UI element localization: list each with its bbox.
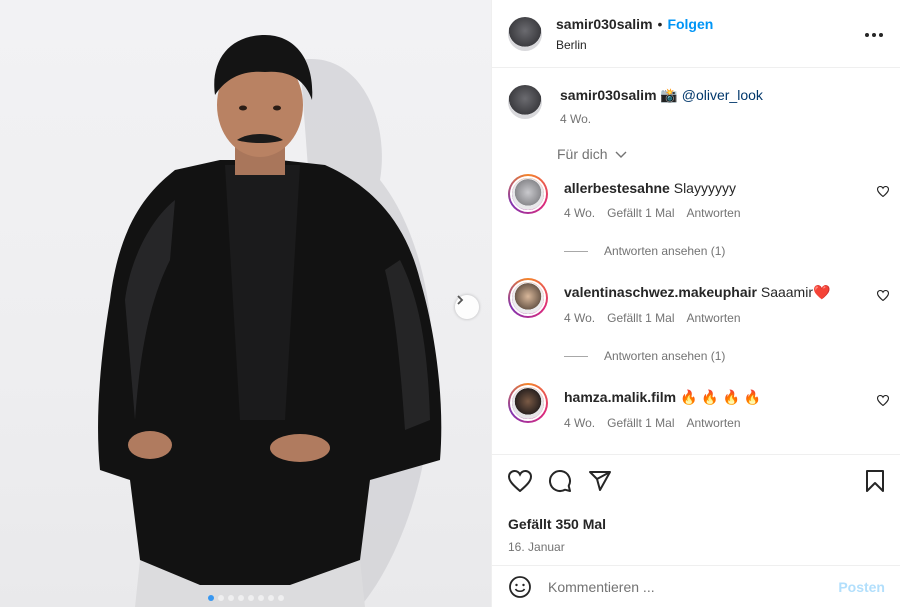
comment-avatar-ring[interactable] [508, 174, 548, 214]
comment-username[interactable]: valentinaschwez.makeuphair [564, 284, 757, 300]
author-username[interactable]: samir030salim [556, 16, 653, 32]
comment-text: Saaamir❤️ [760, 284, 831, 300]
post-photo[interactable] [0, 0, 491, 607]
comment-likes[interactable]: Gefällt 1 Mal [607, 416, 674, 430]
carousel-dot [257, 595, 264, 601]
comment-item: valentinaschwez.makeuphair Saaamir❤️ 4 W… [492, 278, 900, 325]
comment-item: hamza.malik.film 🔥 🔥 🔥 🔥 4 Wo. Gefällt 1… [492, 383, 900, 430]
caption-avatar[interactable] [508, 85, 542, 119]
reply-button[interactable]: Antworten [686, 206, 740, 220]
post-actions: Gefällt 350 Mal 16. Januar [492, 454, 900, 554]
add-comment-bar: Kommentieren ... Posten [492, 565, 900, 607]
paper-plane-icon [589, 471, 611, 491]
carousel-dot [267, 595, 274, 601]
save-button[interactable] [865, 469, 885, 498]
action-icons [507, 469, 885, 498]
instagram-post: samir030salim • Folgen Berlin samir030sali… [0, 0, 900, 607]
camera-emoji: 📸 [660, 87, 678, 103]
heart-icon [876, 185, 890, 198]
caption-mention[interactable]: @oliver_look [682, 87, 763, 103]
author-avatar[interactable] [508, 16, 542, 51]
comment-like-button[interactable] [876, 184, 890, 202]
for-you-toggle[interactable]: Für dich [557, 146, 900, 162]
likes-count[interactable]: Gefällt 350 Mal [508, 516, 885, 532]
comment-button[interactable] [548, 469, 572, 498]
comment-bubble-icon [548, 469, 571, 492]
more-horizontal-icon [865, 33, 883, 37]
next-image-button[interactable] [455, 295, 479, 319]
caption-username[interactable]: samir030salim [560, 87, 657, 103]
carousel-indicator [0, 595, 491, 601]
view-replies-label: Antworten ansehen (1) [604, 244, 726, 258]
carousel-dot [237, 595, 244, 601]
view-replies-button[interactable]: Antworten ansehen (1) [564, 349, 900, 363]
heart-icon [507, 469, 533, 493]
comment-input[interactable]: Kommentieren ... [548, 579, 655, 595]
comment-likes[interactable]: Gefällt 1 Mal [607, 311, 674, 325]
chevron-right-icon [457, 295, 464, 305]
comment-like-button[interactable] [876, 288, 890, 306]
caption: samir030salim 📸 @oliver_look 4 Wo. [492, 69, 900, 126]
comment-item: allerbestesahne Slayyyyyy 4 Wo. Gefällt … [492, 174, 900, 220]
comment-time[interactable]: 4 Wo. [564, 416, 595, 430]
for-you-label: Für dich [557, 146, 608, 162]
heart-icon [876, 289, 890, 302]
post-comment-button[interactable]: Posten [838, 579, 885, 595]
post-header: samir030salim • Folgen Berlin [492, 0, 900, 68]
replies-line [564, 250, 588, 252]
carousel-dot [277, 595, 284, 601]
emoji-icon[interactable] [508, 575, 532, 599]
comment-avatar [512, 387, 544, 419]
bookmark-icon [866, 470, 884, 492]
chevron-down-icon [615, 151, 627, 158]
carousel-dot [247, 595, 254, 601]
caption-time[interactable]: 4 Wo. [560, 112, 763, 126]
heart-icon [876, 394, 890, 407]
carousel-dot [217, 595, 224, 601]
reply-button[interactable]: Antworten [686, 416, 740, 430]
post-side-panel: samir030salim • Folgen Berlin samir030sali… [491, 0, 900, 607]
reply-button[interactable]: Antworten [686, 311, 740, 325]
comment-time[interactable]: 4 Wo. [564, 311, 595, 325]
like-button[interactable] [507, 469, 533, 497]
comment-time[interactable]: 4 Wo. [564, 206, 595, 220]
view-replies-button[interactable]: Antworten ansehen (1) [564, 244, 900, 258]
view-replies-label: Antworten ansehen (1) [604, 349, 726, 363]
comment-username[interactable]: allerbestesahne [564, 180, 670, 196]
comment-avatar-ring[interactable] [508, 383, 548, 423]
comment-like-button[interactable] [876, 393, 890, 411]
separator-dot: • [657, 15, 663, 32]
comment-avatar [512, 282, 544, 314]
photo-illustration [98, 35, 442, 607]
comment-username[interactable]: hamza.malik.film [564, 389, 676, 405]
share-button[interactable] [588, 469, 612, 498]
post-date[interactable]: 16. Januar [508, 540, 885, 554]
carousel-dot [207, 595, 214, 601]
comment-likes[interactable]: Gefällt 1 Mal [607, 206, 674, 220]
comment-avatar-ring[interactable] [508, 278, 548, 318]
carousel-dot [227, 595, 234, 601]
comment-text: 🔥 🔥 🔥 🔥 [679, 389, 762, 405]
author-meta: samir030salim • Folgen Berlin [556, 16, 713, 52]
location-link[interactable]: Berlin [556, 38, 713, 52]
comments-list[interactable]: samir030salim 📸 @oliver_look 4 Wo. Für d… [492, 69, 900, 454]
follow-button[interactable]: Folgen [667, 16, 713, 32]
comment-avatar [512, 178, 544, 210]
replies-line [564, 355, 588, 357]
more-options-button[interactable] [864, 22, 884, 43]
comment-text: Slayyyyyy [673, 180, 736, 196]
